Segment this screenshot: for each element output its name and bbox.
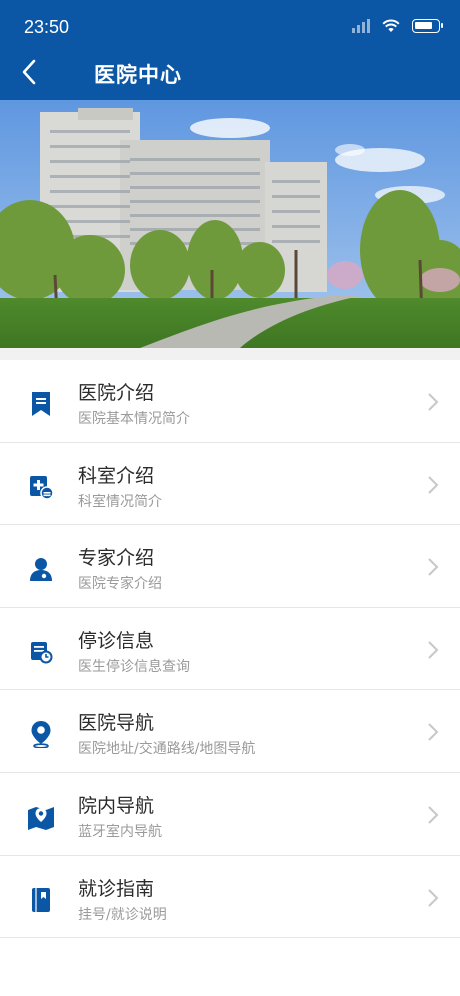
top-bar: 23:50 医院中心	[0, 0, 460, 100]
menu-list: 医院介绍 医院基本情况简介 科室介绍 科室情况简介 专家介绍 医院专家介绍 停诊…	[0, 360, 460, 939]
signal-icon	[352, 19, 370, 33]
menu-item-label: 就诊指南	[78, 877, 155, 900]
hospital-banner-image	[0, 100, 460, 348]
location-pin-icon	[26, 719, 56, 749]
guide-book-icon	[26, 885, 56, 915]
bookmark-icon	[26, 389, 56, 419]
doctor-icon	[26, 554, 56, 584]
menu-item-label: 院内导航	[78, 794, 155, 817]
chevron-right-icon	[428, 558, 439, 576]
chevron-right-icon	[428, 806, 439, 824]
chevron-right-icon	[428, 475, 439, 494]
map-icon	[26, 802, 56, 832]
menu-item-expert-intro[interactable]: 专家介绍 医院专家介绍	[0, 525, 460, 608]
department-icon	[26, 472, 56, 502]
menu-item-label: 医院导航	[78, 712, 155, 735]
menu-item-label: 专家介绍	[78, 547, 155, 570]
menu-item-indoor-navigation[interactable]: 院内导航 蓝牙室内导航	[0, 772, 460, 856]
menu-item-visit-guide[interactable]: 就诊指南 挂号/就诊说明	[0, 855, 460, 939]
chevron-right-icon	[428, 723, 439, 742]
chevron-right-icon	[428, 888, 439, 907]
menu-item-subtitle: 医院基本情况简介	[78, 411, 190, 427]
chevron-right-icon	[428, 641, 439, 659]
menu-item-department-intro[interactable]: 科室介绍 科室情况简介	[0, 442, 460, 526]
back-button[interactable]	[14, 56, 44, 88]
menu-item-label: 停诊信息	[78, 629, 155, 652]
status-icons	[352, 19, 443, 33]
chevron-right-icon	[428, 393, 439, 411]
back-arrow-icon	[22, 59, 36, 85]
menu-item-subtitle: 挂号/就诊说明	[78, 906, 167, 923]
wifi-icon	[382, 19, 400, 32]
menu-item-subtitle: 蓝牙室内导航	[78, 823, 162, 840]
menu-item-label: 医院介绍	[78, 382, 155, 404]
section-divider	[0, 348, 460, 360]
status-time: 23:50	[24, 17, 70, 37]
menu-item-hospital-intro[interactable]: 医院介绍 医院基本情况简介	[0, 360, 460, 443]
menu-item-subtitle: 科室情况简介	[78, 493, 162, 510]
menu-item-hospital-navigation[interactable]: 医院导航 医院地址/交通路线/地图导航	[0, 690, 460, 773]
schedule-icon	[26, 637, 56, 667]
menu-item-subtitle: 医生停诊信息查询	[78, 658, 190, 675]
menu-item-suspension-info[interactable]: 停诊信息 医生停诊信息查询	[0, 607, 460, 691]
menu-item-subtitle: 医院地址/交通路线/地图导航	[78, 741, 256, 758]
menu-item-subtitle: 医院专家介绍	[78, 576, 162, 593]
battery-icon	[412, 19, 443, 33]
page-title: 医院中心	[94, 63, 182, 87]
menu-item-label: 科室介绍	[78, 464, 155, 487]
